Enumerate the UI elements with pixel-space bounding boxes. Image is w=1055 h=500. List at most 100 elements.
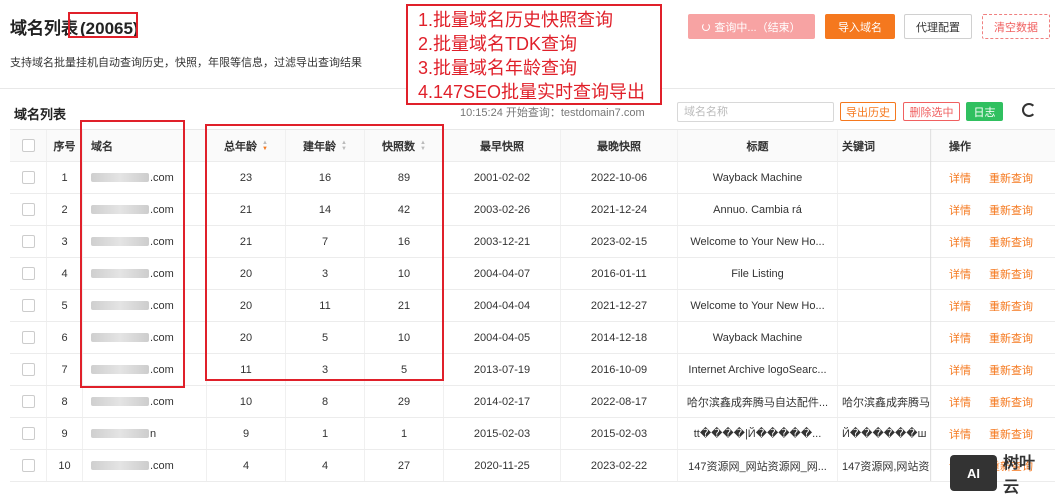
- delete-selected-button[interactable]: 删除选中: [903, 102, 960, 121]
- domain-cell: .com: [83, 450, 207, 481]
- log-button[interactable]: 日志: [966, 102, 1003, 121]
- earliest-snapshot-cell: 2013-07-19: [444, 354, 561, 385]
- requery-link[interactable]: 重新查询: [989, 266, 1033, 282]
- latest-snapshot-cell: 2015-02-03: [561, 418, 678, 449]
- keywords-cell: [838, 162, 931, 193]
- row-checkbox[interactable]: [21, 267, 35, 280]
- actions-cell: 详情 重新查询: [931, 322, 1055, 353]
- annotation-feature-list: 1.批量域名历史快照查询 2.批量域名TDK查询 3.批量域名年龄查询 4.14…: [406, 4, 662, 105]
- requery-link[interactable]: 重新查询: [989, 202, 1033, 218]
- loading-spinner-icon: [702, 22, 711, 31]
- total-age-cell: 10: [207, 386, 286, 417]
- earliest-snapshot-cell: 2003-12-21: [444, 226, 561, 257]
- title-cell: Welcome to Your New Ho...: [678, 290, 838, 321]
- row-select-cell[interactable]: [10, 322, 47, 353]
- detail-link[interactable]: 详情: [949, 170, 971, 186]
- import-domains-button[interactable]: 导入域名: [825, 14, 895, 39]
- keywords-cell: [838, 226, 931, 257]
- requery-link[interactable]: 重新查询: [989, 234, 1033, 250]
- fixed-column-shadow: [930, 129, 932, 481]
- requery-link[interactable]: 重新查询: [989, 330, 1033, 346]
- actions-cell: 详情 重新查询: [931, 386, 1055, 417]
- export-history-button[interactable]: 导出历史: [840, 102, 896, 121]
- column-header: 最晚快照: [561, 130, 678, 161]
- detail-link[interactable]: 详情: [949, 330, 971, 346]
- requery-link[interactable]: 重新查询: [989, 362, 1033, 378]
- redacted-domain: [91, 461, 149, 470]
- row-select-cell[interactable]: [10, 226, 47, 257]
- column-header: 最早快照: [444, 130, 561, 161]
- row-checkbox[interactable]: [21, 331, 35, 344]
- detail-link[interactable]: 详情: [949, 266, 971, 282]
- row-select-cell[interactable]: [10, 450, 47, 481]
- select-all-cell[interactable]: [10, 130, 47, 161]
- row-checkbox[interactable]: [21, 427, 35, 440]
- title-cell: Welcome to Your New Ho...: [678, 226, 838, 257]
- actions-cell: 详情 重新查询: [931, 258, 1055, 289]
- row-checkbox[interactable]: [21, 459, 35, 472]
- earliest-snapshot-cell: 2020-11-25: [444, 450, 561, 481]
- row-checkbox[interactable]: [21, 363, 35, 376]
- column-header: 标题: [678, 130, 838, 161]
- detail-link[interactable]: 详情: [949, 426, 971, 442]
- column-header: 关键词: [838, 130, 931, 161]
- row-checkbox[interactable]: [21, 395, 35, 408]
- earliest-snapshot-cell: 2015-02-03: [444, 418, 561, 449]
- latest-snapshot-cell: 2022-08-17: [561, 386, 678, 417]
- row-select-cell[interactable]: [10, 418, 47, 449]
- title-cell: Wayback Machine: [678, 322, 838, 353]
- page-subtitle: 支持域名批量挂机自动查询历史，快照，年限等信息，过滤导出查询结果: [10, 57, 362, 69]
- requery-link[interactable]: 重新查询: [989, 394, 1033, 410]
- table-row: 8 .com 10 8 29 2014-02-17 2022-08-17 哈尔滨鑫成奔腾马自达…: [10, 386, 1055, 418]
- build-age-cell: 1: [286, 418, 365, 449]
- keywords-cell: [838, 290, 931, 321]
- column-header: 操作: [949, 140, 971, 153]
- domain-cell: n: [83, 418, 207, 449]
- row-index: 3: [47, 226, 83, 257]
- proxy-config-button[interactable]: 代理配置: [904, 14, 972, 39]
- detail-link[interactable]: 详情: [949, 298, 971, 314]
- detail-link[interactable]: 详情: [949, 362, 971, 378]
- actions-cell: 详情 重新查询: [931, 290, 1055, 321]
- detail-link[interactable]: 详情: [949, 394, 971, 410]
- row-select-cell[interactable]: [10, 194, 47, 225]
- clear-data-button[interactable]: 清空数据: [982, 14, 1050, 39]
- title-cell: tt����|Й�����...: [678, 418, 838, 449]
- requery-link[interactable]: 重新查询: [989, 170, 1033, 186]
- requery-link[interactable]: 重新查询: [989, 298, 1033, 314]
- annotation-count-box: [68, 12, 138, 38]
- domain-cell: .com: [83, 386, 207, 417]
- row-index: 9: [47, 418, 83, 449]
- annotation-metrics-box: [205, 124, 444, 381]
- title-cell: Wayback Machine: [678, 162, 838, 193]
- row-index: 8: [47, 386, 83, 417]
- actions-cell: 详情 重新查询: [931, 354, 1055, 385]
- snapshot-count-cell: 1: [365, 418, 444, 449]
- snapshot-count-cell: 29: [365, 386, 444, 417]
- title-cell: Annuo. Cambia rá: [678, 194, 838, 225]
- row-select-cell[interactable]: [10, 354, 47, 385]
- table-row: 9 n 9 1 1 2015-02-03 2015-02-03 tt����|Й�����..…: [10, 418, 1055, 450]
- detail-link[interactable]: 详情: [949, 202, 971, 218]
- domain-search-input[interactable]: [677, 102, 834, 122]
- row-select-cell[interactable]: [10, 162, 47, 193]
- row-checkbox[interactable]: [21, 299, 35, 312]
- detail-link[interactable]: 详情: [949, 234, 971, 250]
- actions-cell: 详情 重新查询: [931, 162, 1055, 193]
- latest-snapshot-cell: 2021-12-27: [561, 290, 678, 321]
- keywords-cell: [838, 322, 931, 353]
- refresh-icon[interactable]: [1022, 103, 1036, 117]
- row-select-cell[interactable]: [10, 386, 47, 417]
- select-all-checkbox[interactable]: [21, 139, 35, 152]
- requery-link[interactable]: 重新查询: [989, 426, 1033, 442]
- row-select-cell[interactable]: [10, 258, 47, 289]
- row-checkbox[interactable]: [21, 235, 35, 248]
- row-checkbox[interactable]: [21, 171, 35, 184]
- row-checkbox[interactable]: [21, 203, 35, 216]
- snapshot-count-cell: 27: [365, 450, 444, 481]
- latest-snapshot-cell: 2016-01-11: [561, 258, 678, 289]
- earliest-snapshot-cell: 2004-04-05: [444, 322, 561, 353]
- querying-button[interactable]: 查询中...（结束）: [688, 14, 815, 39]
- row-index: 6: [47, 322, 83, 353]
- row-select-cell[interactable]: [10, 290, 47, 321]
